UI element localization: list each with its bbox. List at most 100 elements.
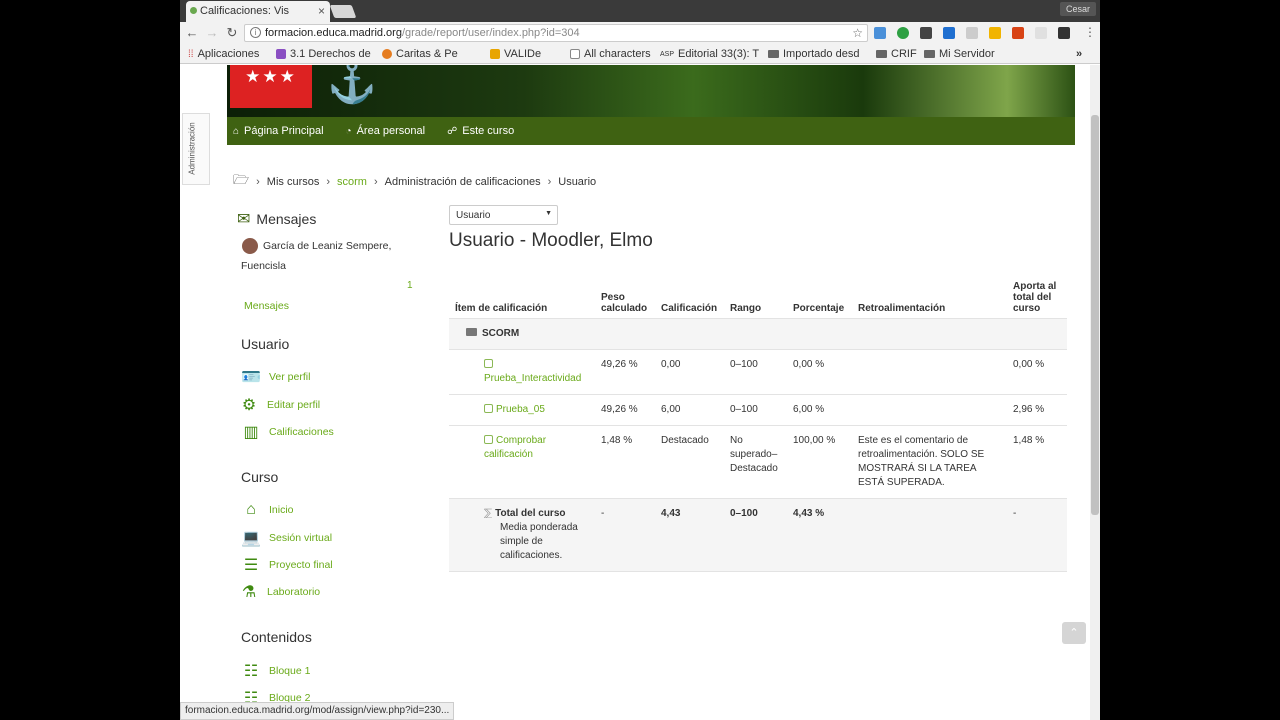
inicio-link[interactable]: ⌂ Inicio <box>240 501 293 519</box>
breadcrumb-administracion[interactable]: Administración de calificaciones <box>385 176 541 188</box>
bookmark-item[interactable]: VALIDe <box>490 48 541 60</box>
breadcrumb-usuario[interactable]: Usuario <box>558 176 596 188</box>
proyecto-final-link[interactable]: ☰ Proyecto final <box>240 555 333 575</box>
cell-aporta: - <box>1007 498 1067 572</box>
cell-peso: 49,26 % <box>595 349 655 395</box>
browser-window: Calificaciones: Vis × Cesar ← → ↻ i form… <box>180 0 1100 720</box>
folder-icon <box>876 50 887 58</box>
scrollbar-thumb[interactable] <box>1091 115 1099 515</box>
bookmark-item[interactable]: ASP Editorial 33(3): T <box>660 48 759 60</box>
home-icon: ⌂ <box>246 501 256 518</box>
cell-retroalimentacion: Este es el comentario de retroalimentaci… <box>852 425 1007 499</box>
breadcrumb-separator: › <box>547 176 552 188</box>
column-header: Rango <box>724 277 787 319</box>
messages-link[interactable]: Mensajes <box>244 300 289 312</box>
messages-block-title: ✉ Mensajes <box>237 211 317 228</box>
drive-icon[interactable] <box>989 27 1001 39</box>
page-scrollbar[interactable] <box>1090 65 1100 720</box>
numbered-list-icon: ☷ <box>243 663 259 680</box>
avatar[interactable] <box>242 238 258 254</box>
column-header: Calificación <box>655 277 724 319</box>
close-tab-icon[interactable]: × <box>318 4 325 18</box>
extension-icon[interactable] <box>1058 27 1070 39</box>
back-icon[interactable]: ← <box>184 25 200 40</box>
apps-grid-icon: ⁞⁞ <box>188 48 194 60</box>
address-bar[interactable]: i formacion.educa.madrid.org/grade/repor… <box>244 24 868 42</box>
cell-porcentaje: 0,00 % <box>787 349 852 395</box>
bloque-1-link[interactable]: ☷ Bloque 1 <box>240 661 311 681</box>
breadcrumb-scorm[interactable]: scorm <box>337 176 367 188</box>
extension-icon[interactable] <box>966 27 978 39</box>
bookmark-star-icon[interactable]: ☆ <box>852 26 863 40</box>
extension-icon[interactable] <box>920 27 932 39</box>
bookmarks-bar: ⁞⁞ Aplicaciones 3.1 Derechos de Caritas &… <box>180 44 1100 64</box>
extension-icon[interactable] <box>1035 27 1047 39</box>
total-label: Total del curso <box>495 508 566 519</box>
bookmark-folder[interactable]: Mi Servidor <box>924 48 995 60</box>
nav-area-personal[interactable]: ◔ Área personal <box>346 125 426 137</box>
bookmark-folder[interactable]: CRIF <box>876 48 917 60</box>
forward-icon[interactable]: → <box>204 25 220 40</box>
ver-perfil-link[interactable]: 🪪 Ver perfil <box>240 367 310 387</box>
grade-item-link[interactable]: Comprobar calificación <box>484 435 546 460</box>
calificaciones-link[interactable]: ▥ Calificaciones <box>240 422 333 442</box>
more-bookmarks-button[interactable]: » <box>1076 48 1082 60</box>
browser-tab[interactable]: Calificaciones: Vis × <box>186 1 330 22</box>
cell-peso: 1,48 % <box>595 425 655 499</box>
folder-icon <box>924 50 935 58</box>
grade-report-table: Ítem de calificación Peso calculado Cali… <box>449 277 1067 572</box>
envelope-icon: ✉ <box>237 211 251 228</box>
nav-este-curso[interactable]: ☍ Este curso <box>447 125 514 137</box>
cell-rango: 0–100 <box>724 498 787 572</box>
cell-aporta: 2,96 % <box>1007 394 1067 426</box>
cell-rango: 0–100 <box>724 349 787 395</box>
menu-icon[interactable]: ⋮ <box>1084 25 1096 39</box>
column-header: Peso calculado <box>595 277 655 319</box>
anchor-logo-icon: ⚓ <box>327 65 377 105</box>
page-title: Usuario - Moodler, Elmo <box>449 230 653 251</box>
bookmark-item[interactable]: 3.1 Derechos de <box>276 48 371 60</box>
message-contact[interactable]: García de Leaniz Sempere, <box>263 240 391 252</box>
nav-pagina-principal[interactable]: ⌂ Página Principal <box>233 125 324 137</box>
reload-icon[interactable]: ↻ <box>224 25 240 41</box>
assignment-icon <box>484 435 493 444</box>
grade-item-link[interactable]: Prueba_05 <box>496 404 545 415</box>
message-contact-line2[interactable]: Fuencisla <box>241 260 286 272</box>
comunidad-madrid-logo[interactable]: ★★★ <box>230 65 312 108</box>
extension-icon[interactable] <box>874 27 886 39</box>
breadcrumb-mis-cursos[interactable]: Mis cursos <box>267 176 320 188</box>
dashboard-icon: ◔ <box>345 125 352 137</box>
tab-title: Calificaciones: Vis <box>200 5 290 17</box>
new-tab-button[interactable] <box>329 5 357 18</box>
cell-retroalimentacion <box>852 498 1007 572</box>
profile-chip[interactable]: Cesar <box>1059 2 1096 16</box>
editar-perfil-link[interactable]: ⚙ Editar perfil <box>238 395 320 415</box>
cell-peso: 49,26 % <box>595 394 655 426</box>
back-to-top-button[interactable]: ⌃ <box>1062 622 1086 644</box>
home-icon: ⌂ <box>233 125 240 137</box>
message-count-badge: 1 <box>407 280 413 291</box>
bookmark-apps[interactable]: ⁞⁞ Aplicaciones <box>188 48 259 60</box>
extension-icon[interactable] <box>943 27 955 39</box>
laboratorio-link[interactable]: ⚗ Laboratorio <box>238 582 320 602</box>
extension-icon[interactable] <box>897 27 909 39</box>
cell-rango: 0–100 <box>724 394 787 426</box>
site-icon <box>276 49 286 59</box>
total-description: Media ponderada simple de calificaciones… <box>500 522 578 561</box>
grade-item-link[interactable]: Prueba_Interactividad <box>484 373 581 384</box>
status-bar-url: formacion.educa.madrid.org/mod/assign/vi… <box>180 702 455 720</box>
breadcrumb-separator: › <box>373 176 378 188</box>
sesion-virtual-link[interactable]: 💻 Sesión virtual <box>240 528 332 548</box>
bookmark-folder[interactable]: Importado desd <box>768 48 859 60</box>
bookmark-item[interactable]: All characters <box>570 48 651 60</box>
site-icon <box>490 49 500 59</box>
bookmark-item[interactable]: Caritas & Pe <box>382 48 458 60</box>
page-content: ★★★ ⚓ ⌂ Página Principal ◔ Área personal ☍… <box>180 65 1090 720</box>
cell-aporta: 1,48 % <box>1007 425 1067 499</box>
extension-icon[interactable] <box>1012 27 1024 39</box>
info-icon[interactable]: i <box>250 27 261 38</box>
folder-icon <box>466 328 477 336</box>
administration-drawer-tab[interactable]: Administración <box>182 113 210 185</box>
report-view-select[interactable]: Usuario ▼ <box>449 205 558 225</box>
favicon-icon <box>190 7 197 14</box>
